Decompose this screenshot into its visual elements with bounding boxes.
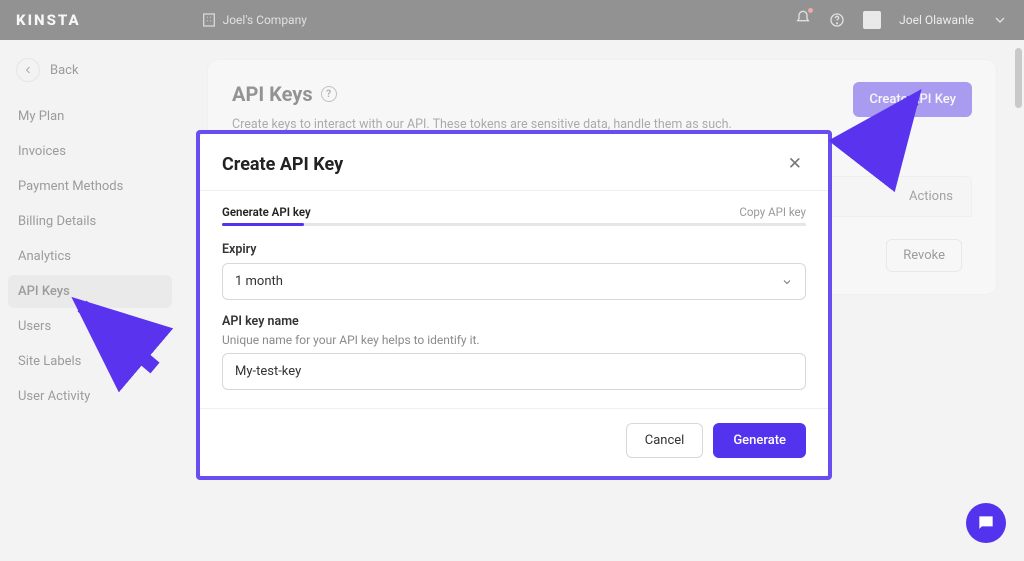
close-icon[interactable]: ✕: [784, 152, 806, 176]
create-api-key-modal: Create API Key ✕ Generate API key Copy A…: [196, 130, 832, 480]
chevron-down-icon: [781, 276, 793, 288]
expiry-label: Expiry: [222, 242, 806, 257]
cancel-button[interactable]: Cancel: [626, 423, 704, 458]
step-generate: Generate API key: [222, 205, 311, 219]
expiry-select[interactable]: 1 month: [222, 263, 806, 300]
api-key-name-label: API key name: [222, 314, 806, 329]
api-key-name-help: Unique name for your API key helps to id…: [222, 333, 806, 347]
modal-title: Create API Key: [222, 154, 343, 175]
step-copy: Copy API key: [739, 205, 806, 219]
api-key-name-input[interactable]: [222, 353, 806, 390]
chat-icon: [976, 513, 996, 533]
expiry-value: 1 month: [235, 274, 283, 289]
step-progress: [222, 223, 806, 226]
chat-widget[interactable]: [966, 503, 1006, 543]
generate-button[interactable]: Generate: [713, 423, 806, 458]
scrollbar[interactable]: [1015, 48, 1022, 108]
